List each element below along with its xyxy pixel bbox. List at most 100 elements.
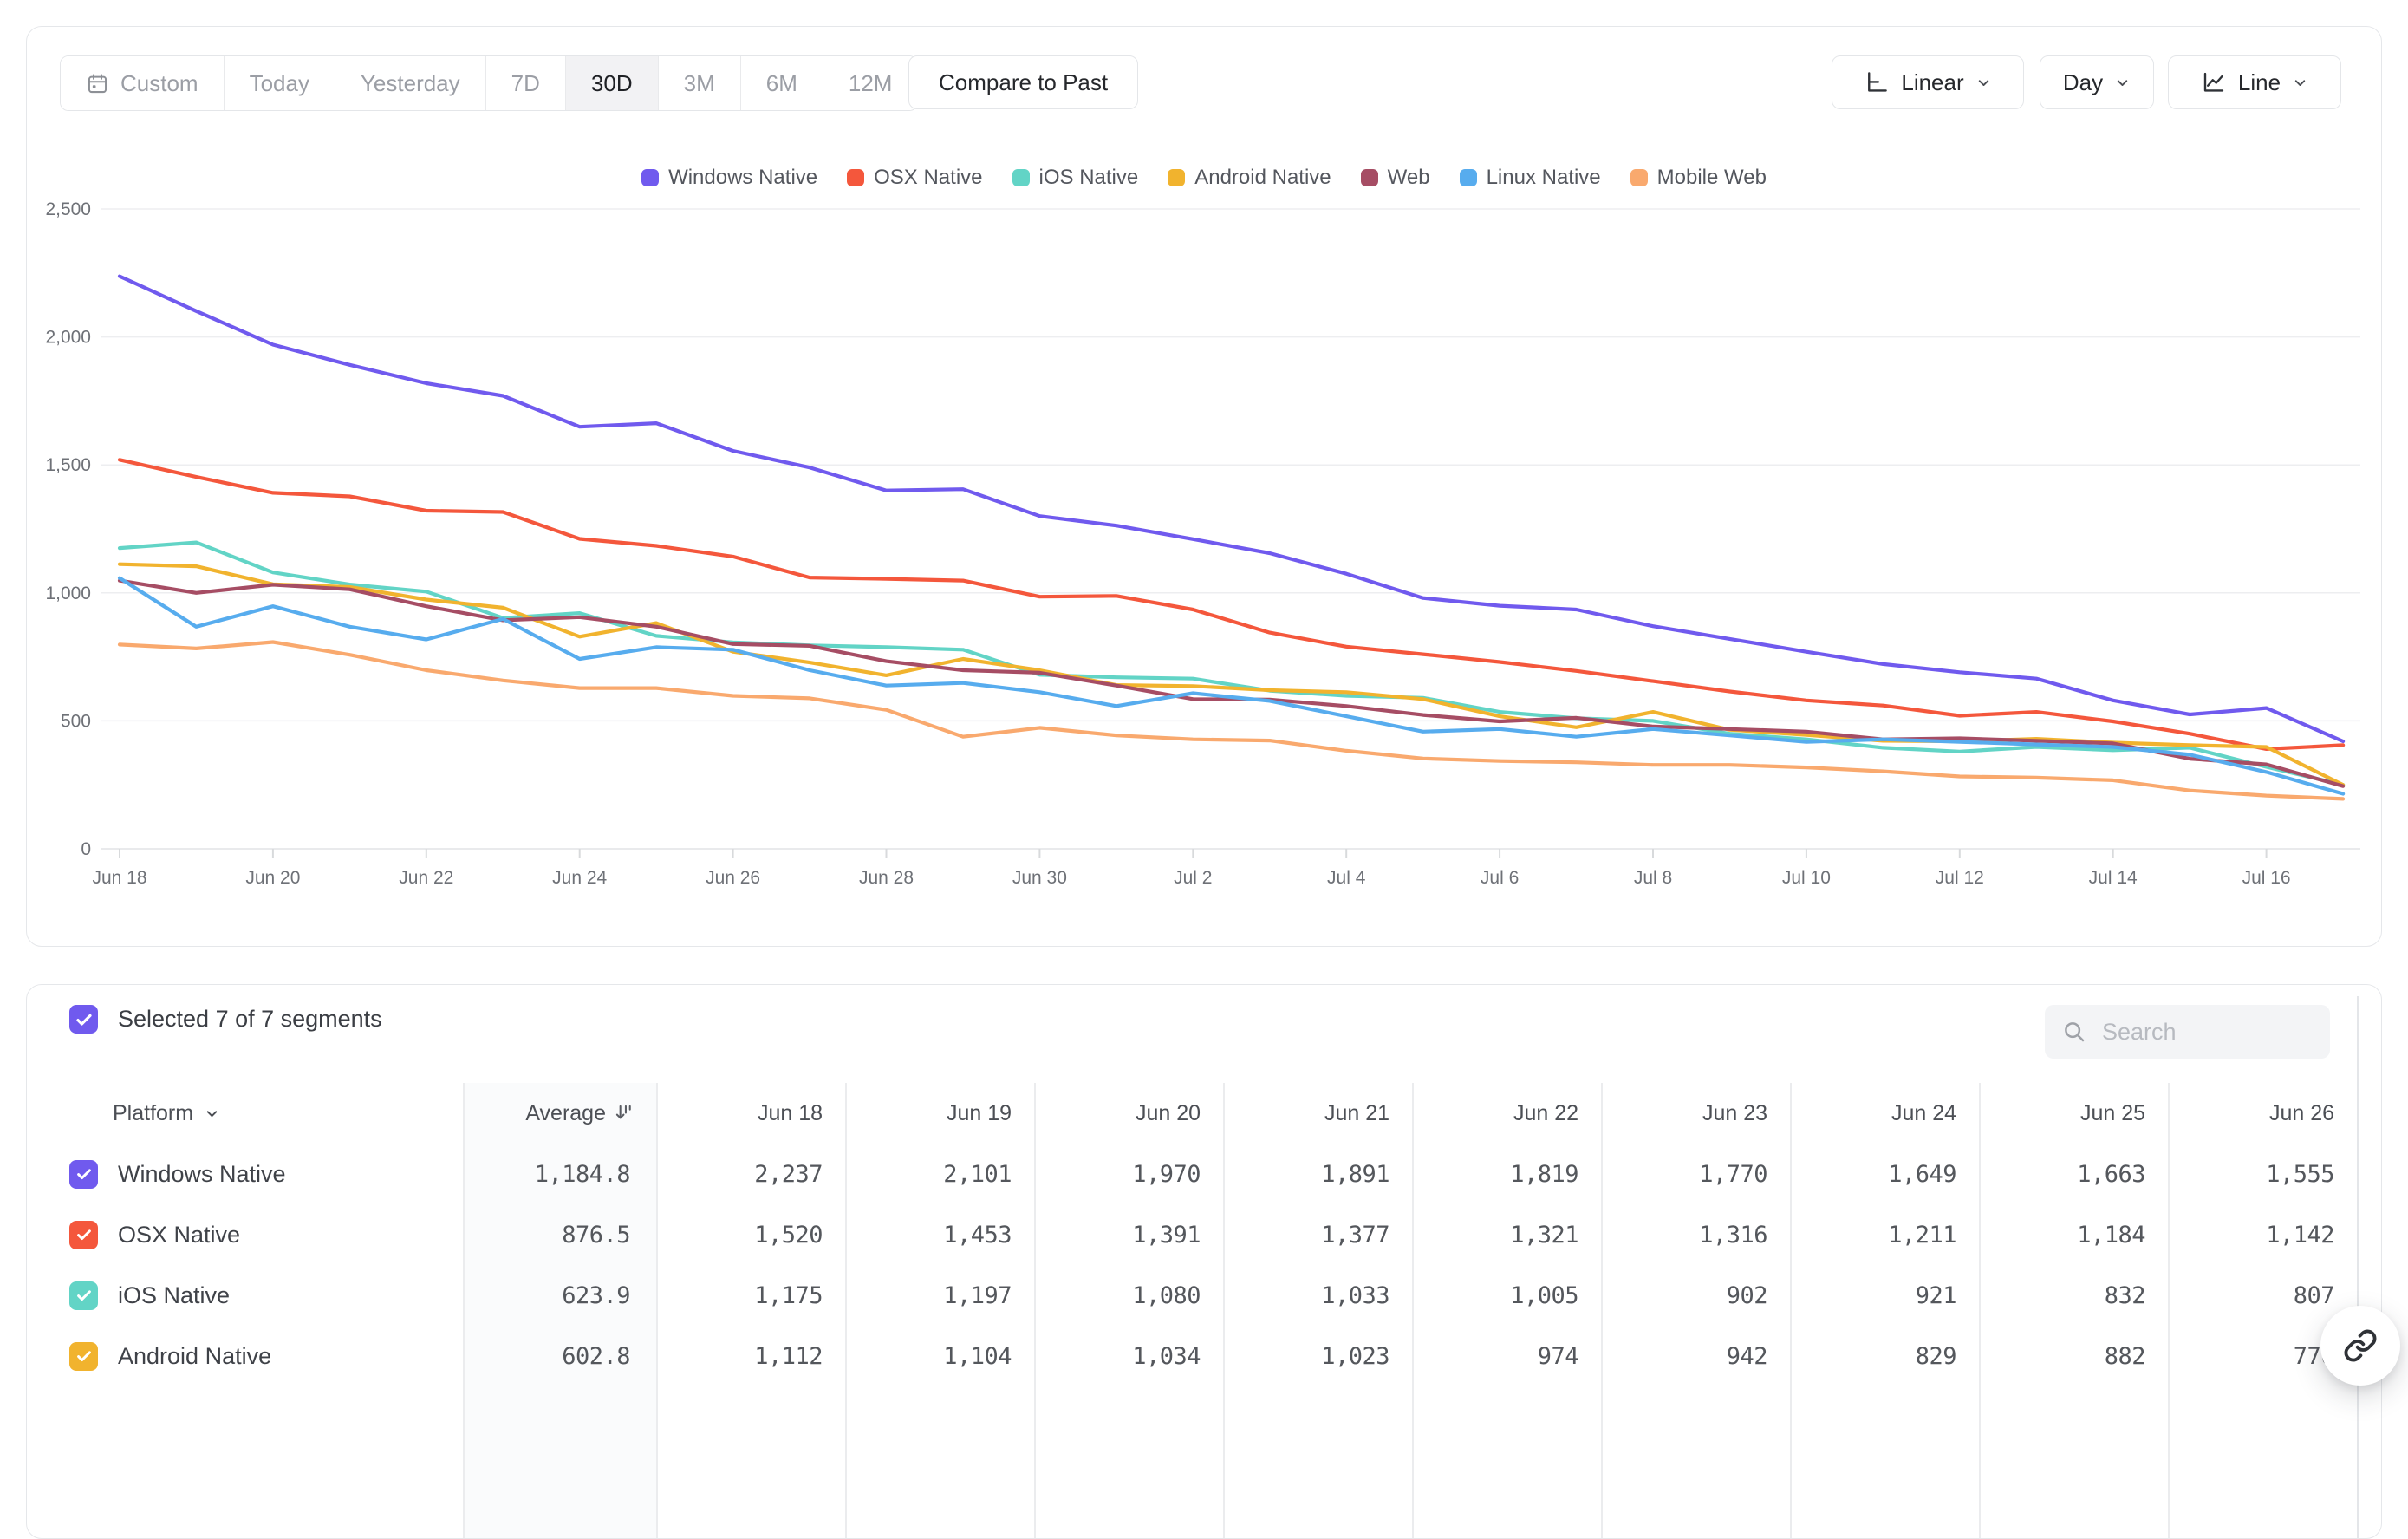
table-row-android-native[interactable]: Android Native602.81,1121,1041,0341,0239… (27, 1326, 2382, 1386)
legend-item-android-native[interactable]: Android Native (1168, 166, 1331, 190)
select-all-checkbox[interactable] (69, 1005, 98, 1034)
legend-item-ios-native[interactable]: iOS Native (1012, 166, 1139, 190)
chart-legend: Windows Native OSX Native iOS Native Androi… (27, 166, 2381, 190)
legend-item-web[interactable]: Web (1361, 166, 1430, 190)
range-button-30d[interactable]: 30D (566, 56, 659, 110)
value-cell: 1,033 (1223, 1282, 1412, 1309)
date-column-header[interactable]: Jun 23 (1601, 1101, 1790, 1126)
date-column-header[interactable]: Jun 19 (845, 1101, 1034, 1126)
platform-label: OSX Native (118, 1222, 240, 1249)
average-cell: 1,184.8 (463, 1161, 656, 1188)
table-row-ios-native[interactable]: iOS Native623.91,1751,1971,0801,0331,005… (27, 1265, 2382, 1326)
value-cell: 1,555 (2168, 1161, 2357, 1188)
average-cell: 623.9 (463, 1282, 656, 1309)
segment-search (2045, 1005, 2330, 1059)
share-link-button[interactable] (2320, 1306, 2400, 1386)
chevron-down-icon (1975, 75, 1992, 91)
platform-column-header[interactable]: Platform (27, 1101, 463, 1126)
check-icon (75, 1347, 94, 1366)
range-button-label: 12M (849, 70, 893, 97)
range-button-custom[interactable]: Custom (61, 56, 225, 110)
date-column-header[interactable]: Jun 21 (1223, 1101, 1412, 1126)
legend-label: Web (1388, 166, 1430, 190)
value-cell: 942 (1601, 1343, 1790, 1370)
svg-text:Jul 10: Jul 10 (1782, 868, 1831, 888)
date-column-header[interactable]: Jun 22 (1412, 1101, 1601, 1126)
range-button-7d[interactable]: 7D (486, 56, 566, 110)
legend-swatch (641, 169, 659, 186)
date-column-header[interactable]: Jun 25 (1979, 1101, 2168, 1126)
value-cell: 1,891 (1223, 1161, 1412, 1188)
date-column-header[interactable]: Jun 26 (2168, 1101, 2357, 1126)
range-button-6m[interactable]: 6M (741, 56, 823, 110)
chart-type-dropdown[interactable]: Line (2168, 55, 2341, 109)
btn-linear-label: Linear (1901, 69, 1963, 96)
value-cell: 1,080 (1034, 1282, 1223, 1309)
svg-text:Jun 22: Jun 22 (399, 868, 453, 888)
value-cell: 921 (1790, 1282, 1979, 1309)
search-input[interactable] (2100, 1018, 2312, 1047)
platform-label: iOS Native (118, 1282, 230, 1309)
link-icon (2343, 1328, 2378, 1363)
scale-dropdown[interactable]: Linear (1832, 55, 2024, 109)
chevron-down-icon (2292, 75, 2308, 91)
legend-label: OSX Native (874, 166, 982, 190)
legend-label: Android Native (1194, 166, 1331, 190)
date-range-selector: Custom TodayYesterday7D 30D 3M 6M 12M (60, 55, 918, 111)
compare-to-past-label: Compare to Past (939, 69, 1108, 96)
range-button-label: 3M (684, 70, 715, 97)
table-row-osx-native[interactable]: OSX Native876.51,5201,4531,3911,3771,321… (27, 1204, 2382, 1265)
range-button-12m[interactable]: 12M (823, 56, 918, 110)
btn-line-label: Line (2238, 69, 2281, 96)
legend-item-osx-native[interactable]: OSX Native (847, 166, 982, 190)
check-icon (75, 1164, 94, 1184)
linear-axis-icon (1864, 69, 1890, 95)
value-cell: 1,377 (1223, 1222, 1412, 1249)
table-row-windows-native[interactable]: Windows Native1,184.82,2372,1011,9701,89… (27, 1144, 2382, 1204)
segment-checkbox[interactable] (69, 1221, 98, 1249)
average-header-label: Average (525, 1101, 606, 1126)
svg-text:1,000: 1,000 (45, 584, 91, 603)
chevron-down-icon (204, 1105, 220, 1122)
value-cell: 1,819 (1412, 1161, 1601, 1188)
legend-swatch (1460, 169, 1477, 186)
average-cell: 876.5 (463, 1222, 656, 1249)
legend-label: Mobile Web (1657, 166, 1767, 190)
legend-item-linux-native[interactable]: Linux Native (1460, 166, 1601, 190)
date-column-header[interactable]: Jun 24 (1790, 1101, 1979, 1126)
range-button-yesterday[interactable]: Yesterday (335, 56, 486, 110)
average-column-header[interactable]: Average (463, 1101, 656, 1126)
segment-checkbox[interactable] (69, 1281, 98, 1310)
legend-item-windows-native[interactable]: Windows Native (641, 166, 817, 190)
interval-dropdown[interactable]: Day (2040, 55, 2154, 109)
range-button-label: 30D (591, 70, 633, 97)
line-chart: 05001,0001,5002,0002,500Jun 18Jun 20Jun … (27, 27, 2380, 945)
search-icon (2061, 1019, 2087, 1045)
check-icon (75, 1286, 94, 1305)
value-cell: 1,970 (1034, 1161, 1223, 1188)
date-column-header[interactable]: Jun 18 (656, 1101, 845, 1126)
check-icon (75, 1225, 94, 1244)
value-cell: 832 (1979, 1282, 2168, 1309)
series-line-windows-native (120, 277, 2343, 741)
platform-cell: Windows Native (27, 1160, 463, 1189)
value-cell: 1,005 (1412, 1282, 1601, 1309)
range-button-3m[interactable]: 3M (659, 56, 741, 110)
value-cell: 1,520 (656, 1222, 845, 1249)
svg-text:Jul 14: Jul 14 (2089, 868, 2138, 888)
btn-day-label: Day (2063, 69, 2103, 96)
range-button-label: Custom (120, 70, 198, 97)
legend-swatch (847, 169, 864, 186)
line-chart-card: Custom TodayYesterday7D 30D 3M 6M 12M Compare… (26, 26, 2382, 947)
value-cell: 1,663 (1979, 1161, 2168, 1188)
range-button-today[interactable]: Today (225, 56, 335, 110)
compare-to-past-button[interactable]: Compare to Past (908, 55, 1138, 109)
value-cell: 1,649 (1790, 1161, 1979, 1188)
legend-item-mobile-web[interactable]: Mobile Web (1630, 166, 1767, 190)
date-column-header[interactable]: Jun 20 (1034, 1101, 1223, 1126)
line-chart-icon (2201, 69, 2227, 95)
platform-header-label: Platform (113, 1101, 193, 1126)
svg-text:Jul 4: Jul 4 (1327, 868, 1366, 888)
segment-checkbox[interactable] (69, 1342, 98, 1371)
segment-checkbox[interactable] (69, 1160, 98, 1189)
